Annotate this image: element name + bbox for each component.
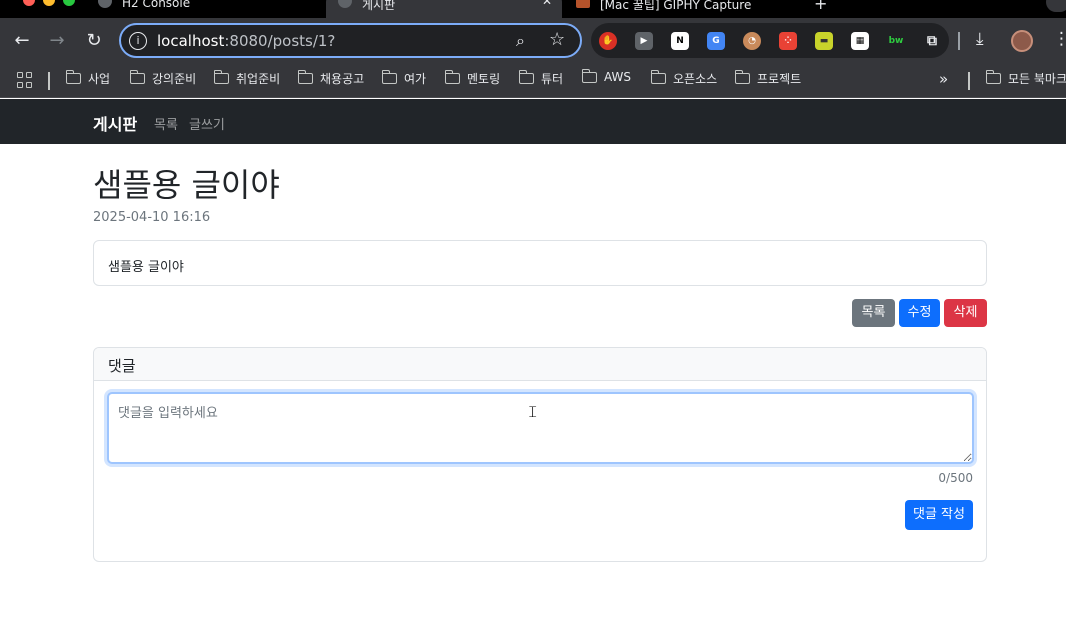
browser-tab-giphy[interactable]: [Mac 꿀팁] GIPHY Capture [564, 0, 800, 18]
tab-search-button[interactable] [1046, 0, 1066, 12]
bw-extension-icon[interactable]: bw [887, 32, 905, 50]
post-content: 샘플용 글이야 [108, 260, 184, 275]
forward-arrow-icon[interactable]: → [45, 29, 69, 53]
folder-icon [734, 70, 750, 84]
notion-extension-icon[interactable]: N [671, 32, 689, 50]
site-navbar: 게시판 목록 글쓰기 [0, 99, 1066, 144]
all-bookmarks-folder[interactable]: 모든 북마크 [985, 70, 1066, 87]
folder-icon [581, 68, 597, 83]
post-title: 샘플용 글이야 [93, 166, 280, 204]
navbar-brand[interactable]: 게시판 [93, 111, 137, 135]
download-icon[interactable]: ⤓ [976, 29, 984, 49]
edit-button[interactable]: 수정 [899, 299, 940, 327]
bookmarks-overflow-icon[interactable]: » [939, 70, 948, 88]
nav-link-write[interactable]: 글쓰기 [189, 114, 225, 133]
folder-icon [129, 70, 145, 84]
post-content-card: 샘플용 글이야 [93, 240, 987, 286]
bookmark-folder[interactable]: 멘토링 [444, 70, 500, 87]
bookmarks-separator [48, 72, 50, 90]
bookmark-folder[interactable]: 프로젝트 [734, 70, 801, 87]
adblock-extension-icon[interactable]: ✋ [599, 32, 617, 50]
folder-icon [518, 70, 534, 84]
extensions-puzzle-icon[interactable]: ⧉ [923, 32, 941, 50]
list-button[interactable]: 목록 [852, 299, 895, 327]
bookmark-folder[interactable]: 취업준비 [213, 70, 280, 87]
new-tab-button[interactable]: + [814, 0, 827, 13]
back-arrow-icon[interactable]: ← [10, 29, 34, 53]
bookmark-folder[interactable]: AWS [581, 68, 631, 84]
post-date: 2025-04-10 16:16 [93, 210, 211, 225]
giphy-favicon-icon [576, 0, 590, 8]
game-extension-icon[interactable]: ▬ [815, 32, 833, 50]
bookmarks-separator [968, 72, 970, 90]
browser-tabstrip: H2 Console 게시판 ✕ [Mac 꿀팁] GIPHY Capture … [0, 0, 1066, 18]
site-info-icon[interactable]: i [129, 32, 147, 50]
comment-char-count: 0/500 [938, 471, 973, 485]
folder-icon [65, 70, 81, 84]
bookmark-folder[interactable]: 오픈소스 [650, 70, 717, 87]
nav-link-list[interactable]: 목록 [154, 114, 178, 133]
zoom-magnifier-icon[interactable]: ⌕ [516, 31, 525, 51]
bookmark-folder[interactable]: 튜터 [518, 70, 563, 87]
bookmarks-bar: 사업 강의준비 취업준비 채용공고 여가 멘토링 튜터 AWS 오픈소스 프로젝… [0, 64, 1066, 98]
reload-icon[interactable]: ↻ [82, 29, 106, 53]
folder-icon [444, 70, 460, 84]
submit-comment-button[interactable]: 댓글 작성 [905, 500, 973, 530]
tab-title: [Mac 꿀팁] GIPHY Capture [600, 0, 752, 12]
folder-icon [985, 70, 1001, 84]
extensions-area: ✋ ▶ N G ◔ ⁘ ▬ ▦ bw ⧉ [591, 23, 949, 58]
comment-card: 댓글 𝙸 0/500 댓글 작성 [93, 347, 987, 562]
folder-icon [650, 70, 666, 84]
window-close-button[interactable] [23, 0, 35, 6]
comment-input[interactable] [107, 392, 974, 464]
profile-avatar[interactable] [1011, 30, 1033, 52]
folder-icon [297, 70, 313, 84]
qr-code-extension-icon[interactable]: ▦ [851, 32, 869, 50]
folder-icon [213, 70, 229, 84]
bookmark-folder[interactable]: 강의준비 [129, 70, 196, 87]
translate-extension-icon[interactable]: G [707, 32, 725, 50]
browser-tab-h2-console[interactable]: H2 Console [86, 0, 324, 18]
globe-icon [338, 0, 352, 8]
folder-icon [381, 70, 397, 84]
bookmark-folder[interactable]: 채용공고 [297, 70, 364, 87]
comment-card-header: 댓글 [94, 348, 986, 381]
tab-title: 게시판 [362, 0, 396, 12]
media-extension-icon[interactable]: ▶ [635, 32, 653, 50]
delete-button[interactable]: 삭제 [944, 299, 987, 327]
text-cursor-icon: 𝙸 [527, 402, 539, 421]
bookmark-folder[interactable]: 사업 [65, 70, 110, 87]
apps-grid-icon[interactable] [17, 72, 33, 88]
chrome-menu-icon[interactable]: ⋮ [1053, 29, 1066, 49]
window-minimize-button[interactable] [43, 0, 55, 6]
globe-icon [98, 0, 112, 8]
browser-toolbar: ← → ↻ i localhost:8080/posts/1? ⌕ ☆ ✋ ▶ … [0, 18, 1066, 64]
bookmark-folder[interactable]: 여가 [381, 70, 426, 87]
address-url[interactable]: localhost:8080/posts/1? [157, 32, 335, 50]
bookmark-star-icon[interactable]: ☆ [549, 29, 565, 50]
toolbar-separator [958, 32, 960, 50]
glasses-extension-icon[interactable]: ◔ [743, 32, 761, 50]
tab-title: H2 Console [122, 0, 191, 10]
close-tab-icon[interactable]: ✕ [542, 0, 552, 8]
comment-header-title: 댓글 [108, 357, 136, 375]
browser-tab-board[interactable]: 게시판 ✕ [326, 0, 562, 18]
address-bar[interactable]: i localhost:8080/posts/1? ⌕ ☆ [119, 23, 582, 58]
red-box-extension-icon[interactable]: ⁘ [779, 32, 797, 50]
window-zoom-button[interactable] [63, 0, 75, 6]
